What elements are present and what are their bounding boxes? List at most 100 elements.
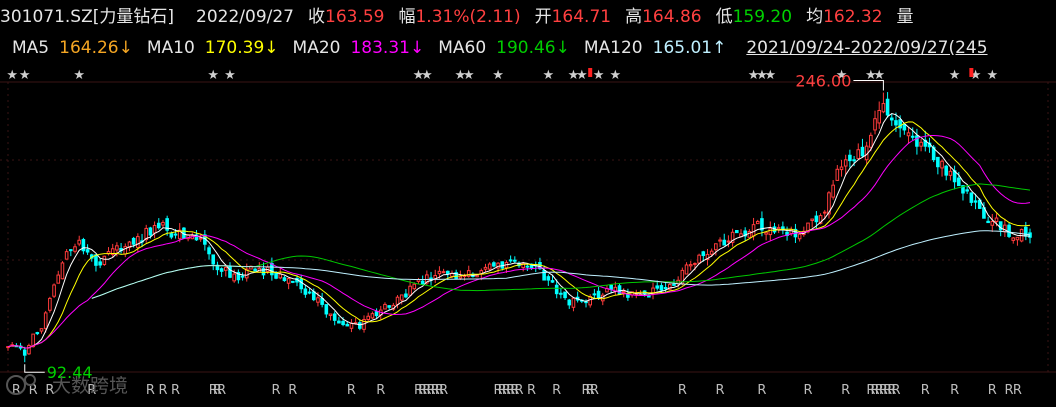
date-range[interactable]: 2021/09/24-2022/09/27(245 bbox=[746, 38, 987, 58]
rights-marker-icon[interactable]: R bbox=[288, 383, 297, 398]
star-event-icon[interactable]: ★ bbox=[73, 68, 85, 83]
candle-body bbox=[776, 227, 781, 230]
rights-marker-icon[interactable]: R bbox=[439, 383, 448, 398]
candle[interactable] bbox=[249, 265, 253, 270]
rights-marker-icon[interactable]: R bbox=[146, 383, 155, 398]
rights-marker-icon[interactable]: R bbox=[921, 383, 930, 398]
candle-body bbox=[843, 159, 848, 167]
ma10-label[interactable]: MA10 bbox=[147, 38, 195, 58]
candle[interactable] bbox=[291, 280, 295, 284]
ma120-label[interactable]: MA120 bbox=[584, 38, 643, 58]
candle[interactable] bbox=[48, 296, 52, 313]
rights-marker-icon[interactable]: R bbox=[514, 383, 523, 398]
star-event-icon[interactable]: ★ bbox=[6, 68, 18, 83]
candle[interactable] bbox=[1007, 223, 1011, 239]
avg-value: 162.32 bbox=[823, 7, 883, 27]
rights-marker-icon[interactable]: R bbox=[347, 383, 356, 398]
stock-name[interactable]: 301071.SZ[力量钻石] bbox=[0, 7, 174, 27]
rights-marker-icon[interactable]: R bbox=[217, 383, 226, 398]
star-event-icon[interactable]: ★ bbox=[463, 68, 475, 83]
rights-marker-icon[interactable]: R bbox=[803, 383, 812, 398]
candle-body bbox=[303, 288, 308, 295]
star-event-icon[interactable]: ★ bbox=[610, 68, 622, 83]
candle-body bbox=[822, 211, 827, 214]
candle-body bbox=[43, 312, 48, 329]
rights-marker-icon[interactable]: R bbox=[716, 383, 725, 398]
candle-body bbox=[563, 291, 567, 299]
star-event-icon[interactable]: ★ bbox=[986, 68, 998, 83]
candle-body bbox=[395, 296, 400, 305]
rights-marker-icon[interactable]: R bbox=[950, 383, 959, 398]
candle-body bbox=[131, 237, 136, 245]
star-event-icon[interactable]: ★ bbox=[542, 68, 554, 83]
star-event-icon[interactable]: ★ bbox=[576, 68, 588, 83]
star-event-icon[interactable]: ★ bbox=[421, 68, 433, 83]
candle[interactable] bbox=[735, 230, 739, 234]
open-label: 开 bbox=[534, 7, 552, 27]
rights-marker-icon[interactable]: R bbox=[527, 383, 536, 398]
rights-marker-icon[interactable]: R bbox=[272, 383, 281, 398]
candle-body bbox=[383, 303, 387, 310]
candle-body bbox=[324, 304, 329, 315]
rights-marker-icon[interactable]: R bbox=[891, 383, 900, 398]
rights-marker-icon[interactable]: R bbox=[757, 383, 766, 398]
candle[interactable] bbox=[60, 261, 65, 280]
rights-marker-icon[interactable]: R bbox=[158, 383, 167, 398]
candle-body bbox=[965, 189, 969, 192]
candle-body bbox=[366, 315, 371, 321]
candle-body bbox=[282, 277, 287, 282]
open-value: 164.71 bbox=[551, 7, 612, 27]
candle-body bbox=[525, 265, 530, 268]
rights-marker-icon[interactable]: R bbox=[171, 383, 180, 398]
red-flag-icon[interactable] bbox=[969, 68, 974, 77]
candle-body bbox=[39, 328, 44, 332]
ma5-label[interactable]: MA5 bbox=[12, 38, 49, 58]
ma60-label[interactable]: MA60 bbox=[438, 38, 486, 58]
rights-marker-icon[interactable]: R bbox=[590, 383, 599, 398]
candle-body bbox=[399, 294, 404, 301]
star-event-icon[interactable]: ★ bbox=[492, 68, 504, 83]
rights-marker-icon[interactable]: R bbox=[841, 383, 850, 398]
rights-marker-icon[interactable]: R bbox=[988, 383, 997, 398]
candle-body bbox=[299, 278, 303, 290]
star-event-icon[interactable]: ★ bbox=[224, 68, 236, 83]
star-event-icon[interactable]: ★ bbox=[207, 68, 219, 83]
candle[interactable] bbox=[102, 255, 107, 266]
star-event-icon[interactable]: ★ bbox=[593, 68, 605, 83]
candle-body bbox=[35, 332, 40, 335]
candle-body bbox=[814, 215, 819, 223]
kline-chart[interactable]: ★ ★ ★ ★ ★ ★★ ★★ ★ ★ ★★ ★ ★ ★★★ ★ ★★ ★ ★ ★ 246.00 92.44 RR… bbox=[0, 62, 1056, 407]
candle-body bbox=[919, 141, 923, 147]
star-event-icon[interactable]: ★ bbox=[949, 68, 961, 83]
candle[interactable] bbox=[52, 283, 56, 298]
rights-marker-icon[interactable]: R bbox=[1013, 383, 1022, 398]
candle[interactable] bbox=[27, 343, 31, 355]
candle-body bbox=[1015, 236, 1020, 241]
candle-body bbox=[198, 237, 203, 240]
candle-body bbox=[609, 284, 613, 290]
candle-body bbox=[291, 280, 295, 283]
candle-body bbox=[688, 264, 693, 267]
candle-body bbox=[910, 135, 915, 138]
star-event-icon[interactable]: ★ bbox=[764, 68, 776, 83]
candle-body bbox=[475, 274, 479, 278]
candle-body bbox=[621, 290, 626, 293]
star-event-icon[interactable]: ★ bbox=[19, 68, 31, 83]
rights-marker-icon[interactable]: R bbox=[552, 383, 561, 398]
candle-body bbox=[655, 285, 660, 289]
candle-body bbox=[152, 224, 157, 234]
candle-body bbox=[22, 349, 27, 356]
ma20-label[interactable]: MA20 bbox=[293, 38, 341, 58]
candle-body bbox=[835, 168, 840, 181]
close-label: 收 bbox=[308, 7, 325, 27]
red-flag-icon[interactable] bbox=[588, 68, 593, 77]
rights-marker-icon[interactable]: R bbox=[678, 383, 687, 398]
rights-marker-icon[interactable]: R bbox=[12, 383, 21, 398]
candle-body bbox=[69, 249, 73, 252]
candle-body bbox=[240, 275, 245, 278]
candle-body bbox=[944, 165, 949, 176]
candle-body bbox=[136, 236, 140, 248]
chart-background bbox=[0, 62, 1056, 407]
rights-marker-icon[interactable]: R bbox=[376, 383, 385, 398]
candle-body bbox=[173, 233, 178, 236]
